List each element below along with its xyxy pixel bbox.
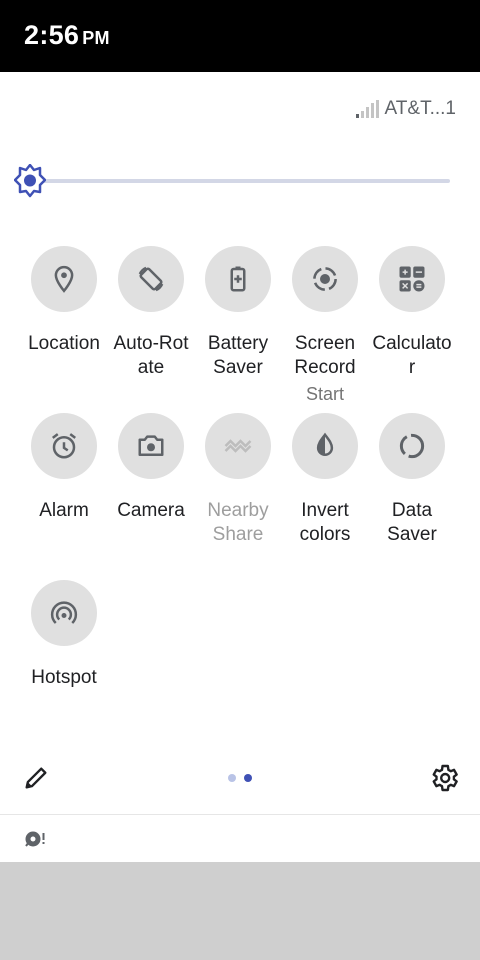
tile-label: Hotspot (31, 667, 97, 688)
auto-rotate-icon (138, 266, 164, 292)
invert-colors-icon (316, 432, 334, 456)
tile-calculator-button[interactable] (379, 246, 445, 312)
tile-invert-colors[interactable]: Invert colors (280, 413, 370, 547)
tile-label: Nearby Share (207, 500, 269, 545)
tile-camera-button[interactable] (118, 413, 184, 479)
tile-data-saver[interactable]: Data Saver (367, 413, 457, 547)
tile-label: Calculato r (372, 333, 452, 378)
tile-screen-record-button[interactable] (292, 246, 358, 312)
clock: 2:56 PM (24, 20, 110, 51)
page-dot[interactable] (228, 774, 236, 782)
tile-label: Alarm (39, 500, 89, 521)
tile-label: Data Saver (387, 500, 437, 545)
tile-location-button[interactable] (31, 246, 97, 312)
tile-label: Camera (117, 500, 185, 521)
brightness-slider[interactable] (14, 164, 454, 198)
screen-record-icon (313, 267, 337, 291)
tile-label: Location (28, 333, 100, 354)
settings-gear-icon[interactable] (428, 762, 460, 794)
data-saver-icon (399, 433, 425, 459)
tile-auto-rotate[interactable]: Auto-Rot ate (106, 246, 196, 380)
page-dot-active[interactable] (244, 774, 252, 782)
calculator-icon (399, 266, 425, 292)
tile-nearby-share[interactable]: Nearby Share (193, 413, 283, 547)
tile-label: Auto-Rot ate (113, 333, 189, 378)
camera-icon (138, 435, 164, 456)
signal-strength-icon (355, 100, 379, 118)
clock-ampm: PM (82, 28, 110, 48)
tile-location[interactable]: Location (19, 246, 109, 356)
tile-invert-colors-button[interactable] (292, 413, 358, 479)
tile-data-saver-button[interactable] (379, 413, 445, 479)
brightness-track[interactable] (32, 179, 450, 183)
edit-pencil-icon[interactable] (22, 764, 50, 792)
alarm-icon (52, 433, 76, 459)
brightness-icon[interactable] (14, 164, 46, 198)
tile-camera[interactable]: Camera (106, 413, 196, 523)
notification-strip[interactable] (0, 814, 480, 862)
location-alert-icon (25, 831, 45, 847)
tile-alarm-button[interactable] (31, 413, 97, 479)
tile-hotspot[interactable]: Hotspot (19, 580, 109, 690)
location-pin-icon (54, 265, 74, 293)
nearby-share-icon (224, 439, 252, 453)
status-bar: 2:56 PM (0, 0, 480, 72)
tile-label: Battery Saver (207, 333, 269, 378)
carrier-name: AT&T...1 (384, 98, 456, 119)
quick-settings-panel: AT&T...1 Location Auto-Rot ate Battery S… (0, 72, 480, 814)
tile-calculator[interactable]: Calculato r (367, 246, 457, 380)
clock-time: 2:56 (24, 20, 80, 50)
battery-saver-icon (230, 266, 246, 292)
carrier-info: AT&T...1 (355, 98, 456, 120)
tile-alarm[interactable]: Alarm (19, 413, 109, 523)
tile-auto-rotate-button[interactable] (118, 246, 184, 312)
tile-nearby-share-button[interactable] (205, 413, 271, 479)
page-indicator (228, 774, 252, 782)
tile-sublabel: Start (305, 384, 344, 404)
tile-label: Invert colors (299, 500, 351, 545)
tile-battery-saver[interactable]: Battery Saver (193, 246, 283, 380)
tile-battery-saver-button[interactable] (205, 246, 271, 312)
tile-screen-record[interactable]: Screen Record Start (280, 246, 370, 408)
hotspot-icon (50, 601, 78, 624)
tile-hotspot-button[interactable] (31, 580, 97, 646)
tile-label: Screen Record (294, 333, 356, 378)
